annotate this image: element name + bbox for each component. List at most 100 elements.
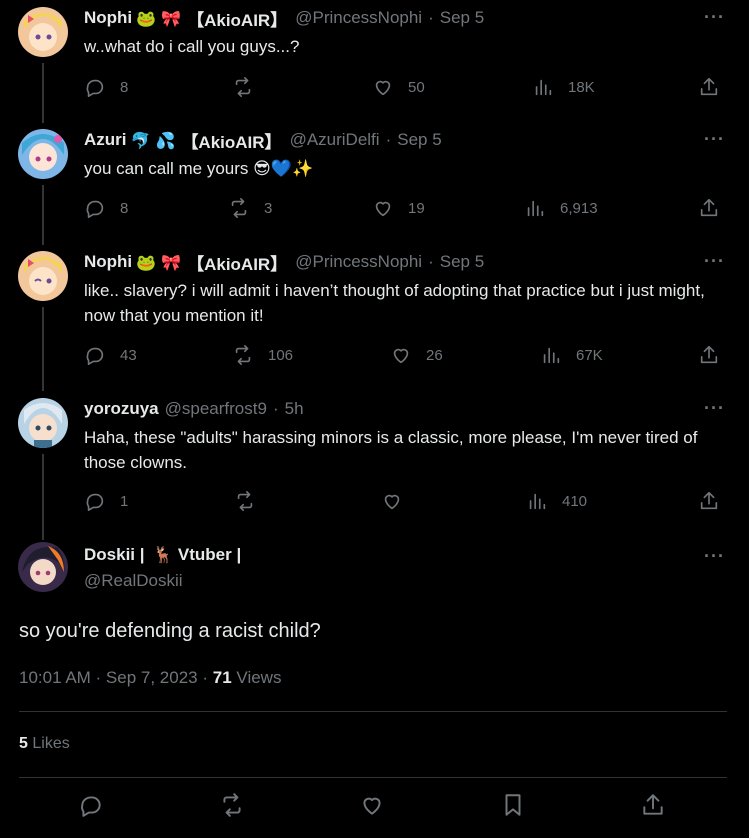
avatar[interactable] [18,251,68,301]
thread-line [42,185,44,245]
like-button[interactable]: 50 [372,76,425,98]
bookmark-icon [505,794,521,816]
user-handle[interactable]: @spearfrost9 [165,399,267,419]
timestamp[interactable]: Sep 5 [440,252,484,272]
reply-button[interactable]: 8 [84,197,128,219]
views-count: 6,913 [560,199,598,217]
display-name[interactable]: Nophi [84,252,132,272]
like-button[interactable] [359,792,385,823]
display-name[interactable]: Azuri [84,130,127,150]
reply-icon [86,493,104,511]
avatar[interactable] [18,542,68,592]
display-name[interactable]: yorozuya [84,399,159,419]
retweet-button[interactable] [234,490,256,512]
name-emojis: 🐬 💦 [130,130,176,150]
reply-button[interactable]: 1 [84,490,128,512]
share-button[interactable] [698,197,720,219]
views-count: 71 [212,668,232,687]
display-name-suffix: Vtuber | [177,545,242,564]
retweet-button[interactable] [219,792,245,823]
tweet-text: you can call me yours 😎💙✨ [84,159,314,178]
name-tag: 【AkioAIR】 [187,254,288,274]
tweet-header: Nophi 🐸 🎀 【AkioAIR】 @PrincessNophi · Sep… [84,251,484,274]
separator-dot: · [272,399,279,418]
tweet-actions: 8 3 19 6,913 [84,197,724,221]
user-handle[interactable]: @AzuriDelfi [290,130,380,150]
user-handle[interactable]: @PrincessNophi [295,252,422,272]
reply-tweet-3[interactable]: Nophi 🐸 🎀 【AkioAIR】 @PrincessNophi · Sep… [0,251,749,391]
reply-button[interactable]: 43 [84,344,137,366]
thread-line [42,307,44,391]
like-button[interactable]: 19 [372,197,425,219]
likes-summary[interactable]: 5 Likes [19,735,70,753]
views-count: 18K [568,78,595,96]
tweet-header: yorozuya @spearfrost9 · 5h [84,398,304,420]
post-time[interactable]: 10:01 AM · Sep 7, 2023 · [19,668,208,687]
timestamp[interactable]: Sep 5 [440,8,484,28]
like-button[interactable] [381,490,403,512]
tweet-text: Haha, these "adults" harassing minors is… [84,428,698,472]
share-button[interactable] [698,344,720,366]
separator-dot: · [385,130,392,149]
views-button[interactable]: 6,913 [524,197,598,219]
retweet-icon [235,77,251,97]
name-tag: 【AkioAIR】 [187,10,288,30]
share-icon [700,491,718,510]
avatar[interactable] [18,129,68,179]
reply-button[interactable] [78,792,104,823]
thread-line [42,63,44,123]
thread-line [42,454,44,540]
heart-icon [375,80,391,96]
share-button[interactable] [640,792,666,823]
main-display-name[interactable]: Doskii | 🦌 Vtuber | [84,545,241,565]
display-name: Doskii | [84,545,145,564]
more-options-icon[interactable]: ··· [704,546,725,567]
retweet-count: 3 [264,199,273,217]
main-tweet-text: so you're defending a racist child? [19,620,321,642]
reply-tweet-2[interactable]: Azuri 🐬 💦 【AkioAIR】 @AzuriDelfi · Sep 5 … [0,129,749,245]
like-count: 19 [408,199,425,217]
more-options-icon[interactable]: ··· [704,7,725,28]
views-count: 67K [576,346,603,364]
like-count: 50 [408,78,425,96]
like-button[interactable]: 26 [390,344,443,366]
name-emojis: 🐸 🎀 [136,252,182,272]
heart-icon [384,494,400,510]
share-button[interactable] [698,490,720,512]
bookmark-button[interactable] [500,792,526,823]
more-options-icon[interactable]: ··· [704,129,725,150]
divider [19,777,727,778]
heart-icon [375,201,391,217]
more-options-icon[interactable]: ··· [704,398,725,419]
share-button[interactable] [698,76,720,98]
reply-tweet-4[interactable]: yorozuya @spearfrost9 · 5h ··· Haha, the… [0,398,749,540]
tweet-text: w..what do i call you guys...? [84,37,300,56]
retweet-button[interactable]: 3 [228,197,272,219]
tweet-meta: 10:01 AM · Sep 7, 2023 · 71 Views [19,668,281,688]
retweet-icon [235,345,251,365]
main-user-handle[interactable]: @RealDoskii [84,571,183,591]
analytics-icon [543,347,560,364]
views-button[interactable]: 410 [526,490,587,512]
reply-count: 43 [120,346,137,364]
reply-icon [81,796,101,817]
reply-button[interactable]: 8 [84,76,128,98]
likes-count: 5 [19,735,28,752]
views-button[interactable]: 18K [532,76,595,98]
views-button[interactable]: 67K [540,344,603,366]
retweet-button[interactable]: 106 [232,344,293,366]
timestamp[interactable]: Sep 5 [397,130,441,150]
timestamp[interactable]: 5h [285,399,304,419]
avatar[interactable] [18,7,68,57]
retweet-icon [223,793,241,817]
tweet-actions: 43 106 26 67K [84,344,724,368]
avatar[interactable] [18,398,68,448]
reply-tweet-1[interactable]: Nophi 🐸 🎀 【AkioAIR】 @PrincessNophi · Sep… [0,7,749,123]
analytics-icon [535,79,552,96]
retweet-button[interactable] [232,76,268,98]
display-name[interactable]: Nophi [84,8,132,28]
more-options-icon[interactable]: ··· [704,251,725,272]
user-handle[interactable]: @PrincessNophi [295,8,422,28]
reply-count: 8 [120,78,129,96]
reply-count: 8 [120,199,129,217]
